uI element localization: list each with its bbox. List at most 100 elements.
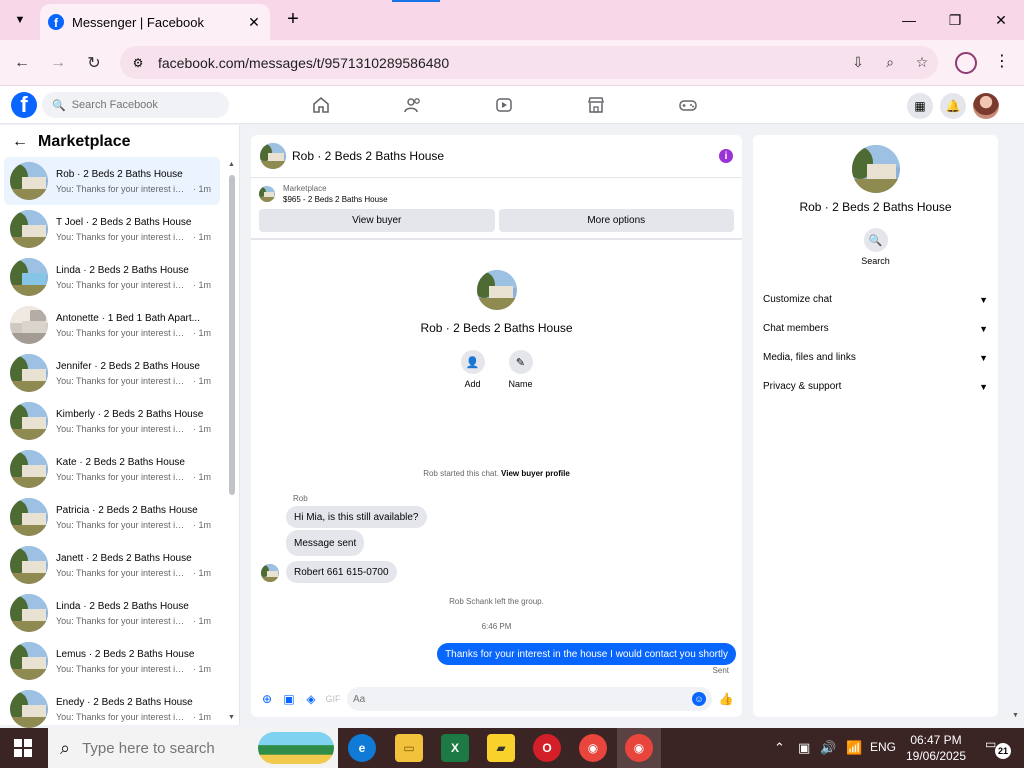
conversation-item[interactable]: Linda · 2 Beds 2 Baths House You: Thanks … [4,253,220,301]
site-info-icon[interactable]: ⚙ [126,51,150,75]
notifications-icon[interactable]: ▭ 21 [985,737,1011,759]
network-icon[interactable]: 📶 [846,740,862,756]
friends-icon[interactable] [398,92,428,118]
menu-grid-icon[interactable]: ▦ [907,93,933,119]
sticky-notes-icon[interactable]: ▰ [487,734,515,762]
chrome-icon[interactable]: ◉ [579,734,607,762]
profile-avatar [476,270,517,310]
account-avatar[interactable] [973,93,999,119]
scroll-down-icon[interactable]: ▼ [228,714,235,721]
opera-icon[interactable]: O [533,734,561,762]
photo-icon[interactable]: ▣ [278,688,300,710]
message-input-field[interactable]: ☺ [347,687,712,711]
emoji-icon[interactable]: ☺ [692,692,706,706]
bookmark-star-icon[interactable]: ☆ [906,51,938,75]
meet-now-icon[interactable]: ▣ [798,740,810,756]
reload-button[interactable]: ↻ [82,51,106,75]
facebook-search[interactable]: 🔍 [42,92,229,118]
tab-search-chevron-icon[interactable]: ▼ [8,8,32,32]
conversation-item[interactable]: Kate · 2 Beds 2 Baths House You: Thanks f… [4,445,220,493]
media-files-links-section[interactable]: Media, files and links ▼ [753,343,998,372]
list-title: Marketplace [38,133,131,150]
conversation-item[interactable]: Janett · 2 Beds 2 Baths House You: Thanks… [4,541,220,589]
conversation-item[interactable]: Linda · 2 Beds 2 Baths House You: Thanks … [4,589,220,637]
plus-icon[interactable]: ⊕ [256,688,278,710]
show-hidden-icons-icon[interactable]: ⌃ [774,740,785,756]
minimize-window-button[interactable]: — [897,8,921,32]
install-app-icon[interactable]: ⇩ [842,51,874,75]
chat-avatar[interactable] [260,143,286,169]
back-button[interactable]: ← [10,51,34,75]
marketplace-icon[interactable] [581,92,611,118]
clock[interactable]: 06:47 PM 19/06/2025 [900,732,972,764]
browser-profile-icon[interactable] [955,52,977,74]
facebook-search-input[interactable] [71,99,222,111]
conversation-item[interactable]: Enedy · 2 Beds 2 Baths House You: Thanks … [4,685,220,733]
windows-start-icon[interactable] [14,739,32,757]
video-icon[interactable] [489,92,519,118]
gaming-icon[interactable] [673,92,703,118]
facebook-logo-icon[interactable]: f [11,92,37,118]
notifications-bell-icon[interactable]: 🔔 [940,93,966,119]
home-icon[interactable] [306,92,336,118]
volume-icon[interactable]: 🔊 [820,740,836,756]
restore-window-button[interactable]: ❐ [943,8,967,32]
search-in-conversation-button[interactable]: 🔍 Search [753,228,998,266]
chat-members-section[interactable]: Chat members ▼ [753,314,998,343]
conversation-item[interactable]: Rob · 2 Beds 2 Baths House You: Thanks fo… [4,157,220,205]
scrollbar-thumb[interactable] [229,175,235,495]
privacy-support-section[interactable]: Privacy & support ▼ [753,372,998,401]
taskbar-search[interactable]: ⌕ [48,728,338,768]
search-icon: 🔍 [863,228,888,252]
taskbar-search-input[interactable] [82,739,223,757]
sender-avatar[interactable] [261,564,279,582]
chat-window: Rob · 2 Beds 2 Baths House i Marketplace… [251,135,742,717]
sticker-icon[interactable]: ◈ [300,688,322,710]
sent-status: Sent [712,666,729,675]
marketplace-listing[interactable]: Marketplace $965 - 2 Beds 2 Baths House [251,178,742,208]
conversation-item[interactable]: Lemus · 2 Beds 2 Baths House You: Thanks … [4,637,220,685]
close-window-button[interactable]: ✕ [989,8,1013,32]
incoming-message[interactable]: Message sent [286,530,365,556]
info-icon[interactable]: i [719,149,733,163]
name-label: Name [508,379,533,389]
close-tab-icon[interactable]: ✕ [246,14,262,31]
back-arrow-icon[interactable]: ← [12,133,28,151]
more-options-button[interactable]: More options [498,209,734,232]
conversation-item[interactable]: Jennifer · 2 Beds 2 Baths House You: Than… [4,349,220,397]
chrome-profile-icon[interactable]: ◉ [625,734,653,762]
list-scrollbar[interactable]: ▲ ▼ [228,161,236,721]
excel-icon[interactable]: X [441,734,469,762]
zoom-icon[interactable]: ⌕ [874,51,906,75]
conversation-item[interactable]: Antonette · 1 Bed 1 Bath Apart... You: Th… [4,301,220,349]
listing-thumbnail [10,354,48,392]
browser-tab[interactable]: f Messenger | Facebook ✕ [40,4,270,40]
view-buyer-profile-link[interactable]: View buyer profile [501,469,570,478]
gif-icon[interactable]: GIF [322,688,344,710]
scroll-up-icon[interactable]: ▲ [228,161,235,168]
chat-title[interactable]: Rob · 2 Beds 2 Baths House [292,149,719,163]
conversation-item[interactable]: T Joel · 2 Beds 2 Baths House You: Thanks… [4,205,220,253]
view-buyer-button[interactable]: View buyer [259,209,495,232]
conversation-item[interactable]: Patricia · 2 Beds 2 Baths House You: Than… [4,493,220,541]
like-thumb-icon[interactable]: 👍 [715,688,737,710]
page-scroll-down-icon[interactable]: ▼ [1012,712,1019,719]
address-bar[interactable]: ⚙ facebook.com/messages/t/95713102895864… [120,46,938,79]
message-input[interactable] [353,693,692,705]
edit-name-button[interactable]: ✎ Name [508,350,534,389]
forward-button[interactable]: → [46,51,70,75]
language-indicator[interactable]: ENG [870,740,896,754]
incoming-message[interactable]: Robert 661 615-0700 [286,561,397,583]
add-people-button[interactable]: 👤 Add [460,350,486,389]
conversation-item[interactable]: Kimberly · 2 Beds 2 Baths House You: Than… [4,397,220,445]
file-explorer-icon[interactable]: ▭ [395,734,423,762]
customize-chat-section[interactable]: Customize chat ▼ [753,285,998,314]
url-text[interactable]: facebook.com/messages/t/9571310289586480 [158,55,842,71]
browser-menu-icon[interactable]: ⋮ [992,51,1012,75]
edge-icon[interactable]: e [348,734,376,762]
conversation-snippet: You: Thanks for your interest in t... [56,663,189,674]
incoming-message[interactable]: Hi Mia, is this still available? [286,506,427,528]
new-tab-button[interactable]: + [282,8,304,30]
search-icon: 🔍 [52,99,66,112]
outgoing-message[interactable]: Thanks for your interest in the house I … [437,643,736,665]
